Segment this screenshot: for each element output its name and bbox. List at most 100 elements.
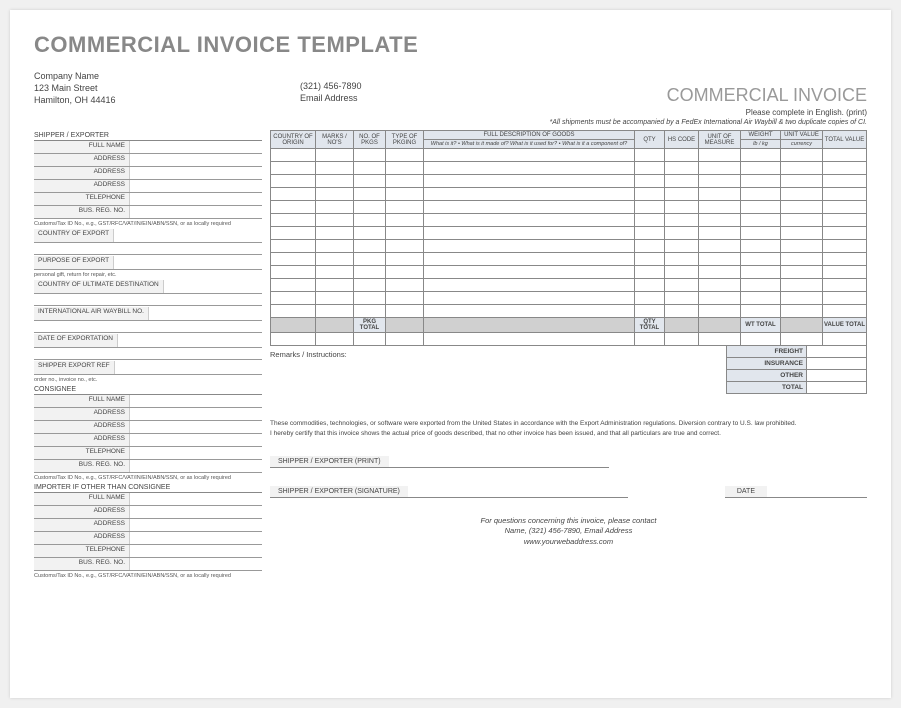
shipper-address1[interactable]: ADDRESS (34, 154, 262, 167)
importer-busreg[interactable]: BUS. REG. NO. (34, 558, 262, 571)
total-label: TOTAL (727, 382, 807, 394)
shipper-address2[interactable]: ADDRESS (34, 167, 262, 180)
page-title: COMMERCIAL INVOICE TEMPLATE (34, 32, 867, 58)
shipper-ref-field[interactable]: SHIPPER EXPORT REF (34, 361, 262, 375)
table-row[interactable] (271, 214, 867, 227)
totals-row: PKG TOTAL QTY TOTAL WT TOTAL VALUE TOTAL (271, 318, 867, 333)
shipper-print-field[interactable]: SHIPPER / EXPORTER (PRINT) (270, 456, 609, 468)
th-total-value: TOTAL VALUE (823, 131, 867, 149)
shipper-fullname[interactable]: FULL NAME (34, 141, 262, 154)
insurance-value[interactable] (807, 358, 867, 370)
footer-line-2: Name, (321) 456-7890, Email Address (270, 526, 867, 537)
importer-header: IMPORTER IF OTHER THAN CONSIGNEE (34, 483, 262, 493)
table-row[interactable] (271, 201, 867, 214)
shipper-signature-field[interactable]: SHIPPER / EXPORTER (SIGNATURE) (270, 486, 628, 498)
th-weight-sub: lb / kg (741, 140, 781, 149)
awb-value[interactable] (34, 321, 262, 333)
customs-note-3: Customs/Tax ID No., e.g., GST/RFC/VAT/IN… (34, 573, 262, 579)
consignee-address3[interactable]: ADDRESS (34, 434, 262, 447)
th-full-desc: FULL DESCRIPTION OF GOODS (424, 131, 635, 140)
table-row[interactable] (271, 188, 867, 201)
totals-value-row[interactable] (271, 333, 867, 346)
company-city: Hamilton, OH 44416 (34, 94, 116, 106)
cert-line-1: These commodities, technologies, or soft… (270, 419, 867, 428)
country-export-value[interactable] (34, 243, 262, 255)
company-contact: (321) 456-7890 Email Address (300, 80, 362, 104)
importer-address1[interactable]: ADDRESS (34, 506, 262, 519)
th-type-pkg: TYPE OF PKGING (386, 131, 424, 149)
table-row[interactable] (271, 227, 867, 240)
date-field[interactable]: DATE (725, 486, 867, 498)
company-email: Email Address (300, 92, 362, 104)
table-row[interactable] (271, 292, 867, 305)
summary-box: FREIGHT INSURANCE OTHER TOTAL (726, 345, 867, 394)
consignee-header: CONSIGNEE (34, 385, 262, 395)
company-block: Company Name 123 Main Street Hamilton, O… (34, 70, 116, 106)
invoice-page: COMMERCIAL INVOICE TEMPLATE Company Name… (10, 10, 891, 698)
importer-telephone[interactable]: TELEPHONE (34, 545, 262, 558)
shipper-address3[interactable]: ADDRESS (34, 180, 262, 193)
cert-block: These commodities, technologies, or soft… (270, 419, 867, 437)
importer-fullname[interactable]: FULL NAME (34, 493, 262, 506)
country-export-field[interactable]: COUNTRY OF EXPORT (34, 229, 262, 243)
table-row[interactable] (271, 266, 867, 279)
importer-address3[interactable]: ADDRESS (34, 532, 262, 545)
th-unit-value: UNIT VALUE (781, 131, 823, 140)
th-unit-value-sub: currency (781, 140, 823, 149)
table-row[interactable] (271, 162, 867, 175)
note-awb: *All shipments must be accompanied by a … (34, 119, 867, 126)
table-row[interactable] (271, 175, 867, 188)
cert-line-2: I hereby certify that this invoice shows… (270, 429, 867, 438)
other-label: OTHER (727, 370, 807, 382)
table-row[interactable] (271, 240, 867, 253)
company-street: 123 Main Street (34, 82, 116, 94)
customs-note-2: Customs/Tax ID No., e.g., GST/RFC/VAT/IN… (34, 475, 262, 481)
date-export-value[interactable] (34, 348, 262, 360)
freight-label: FREIGHT (727, 346, 807, 358)
company-phone: (321) 456-7890 (300, 80, 362, 92)
value-total-label: VALUE TOTAL (823, 318, 867, 333)
pkg-total-label: PKG TOTAL (354, 318, 386, 333)
consignee-address2[interactable]: ADDRESS (34, 421, 262, 434)
other-value[interactable] (807, 370, 867, 382)
wt-total-label: WT TOTAL (741, 318, 781, 333)
country-ultimate-value[interactable] (34, 294, 262, 306)
th-qty: QTY (635, 131, 665, 149)
footer-line-3: www.yourwebaddress.com (270, 537, 867, 548)
order-note: order no., invoice no., etc. (34, 377, 262, 383)
purpose-export-field[interactable]: PURPOSE OF EXPORT (34, 256, 262, 270)
consignee-busreg[interactable]: BUS. REG. NO. (34, 460, 262, 473)
awb-field[interactable]: INTERNATIONAL AIR WAYBILL NO. (34, 307, 262, 321)
table-row[interactable] (271, 253, 867, 266)
shipper-telephone[interactable]: TELEPHONE (34, 193, 262, 206)
consignee-address1[interactable]: ADDRESS (34, 408, 262, 421)
qty-total-label: QTY TOTAL (635, 318, 665, 333)
th-weight: WEIGHT (741, 131, 781, 140)
document-title: COMMERCIAL INVOICE (667, 85, 867, 106)
shipper-busreg[interactable]: BUS. REG. NO. (34, 206, 262, 219)
header-row: Company Name 123 Main Street Hamilton, O… (34, 70, 867, 106)
table-row[interactable] (271, 305, 867, 318)
company-name: Company Name (34, 70, 116, 82)
th-marks: MARKS / NO'S (316, 131, 354, 149)
customs-note-1: Customs/Tax ID No., e.g., GST/RFC/VAT/IN… (34, 221, 262, 227)
total-value[interactable] (807, 382, 867, 394)
date-export-field[interactable]: DATE OF EXPORTATION (34, 334, 262, 348)
consignee-telephone[interactable]: TELEPHONE (34, 447, 262, 460)
th-desc-sub: What is it? • What is it made of? What i… (424, 140, 635, 149)
importer-address2[interactable]: ADDRESS (34, 519, 262, 532)
th-country-origin: COUNTRY OF ORIGIN (271, 131, 316, 149)
freight-value[interactable] (807, 346, 867, 358)
th-no-pkgs: NO. OF PKGS (354, 131, 386, 149)
footer-block: For questions concerning this invoice, p… (270, 516, 867, 548)
goods-table: COUNTRY OF ORIGIN MARKS / NO'S NO. OF PK… (270, 130, 867, 346)
th-uom: UNIT OF MEASURE (699, 131, 741, 149)
left-column: SHIPPER / EXPORTER FULL NAME ADDRESS ADD… (34, 130, 262, 581)
table-row[interactable] (271, 279, 867, 292)
consignee-fullname[interactable]: FULL NAME (34, 395, 262, 408)
table-row[interactable] (271, 149, 867, 162)
th-hs-code: HS CODE (665, 131, 699, 149)
shipper-header: SHIPPER / EXPORTER (34, 131, 262, 141)
insurance-label: INSURANCE (727, 358, 807, 370)
country-ultimate-field[interactable]: COUNTRY OF ULTIMATE DESTINATION (34, 280, 262, 294)
